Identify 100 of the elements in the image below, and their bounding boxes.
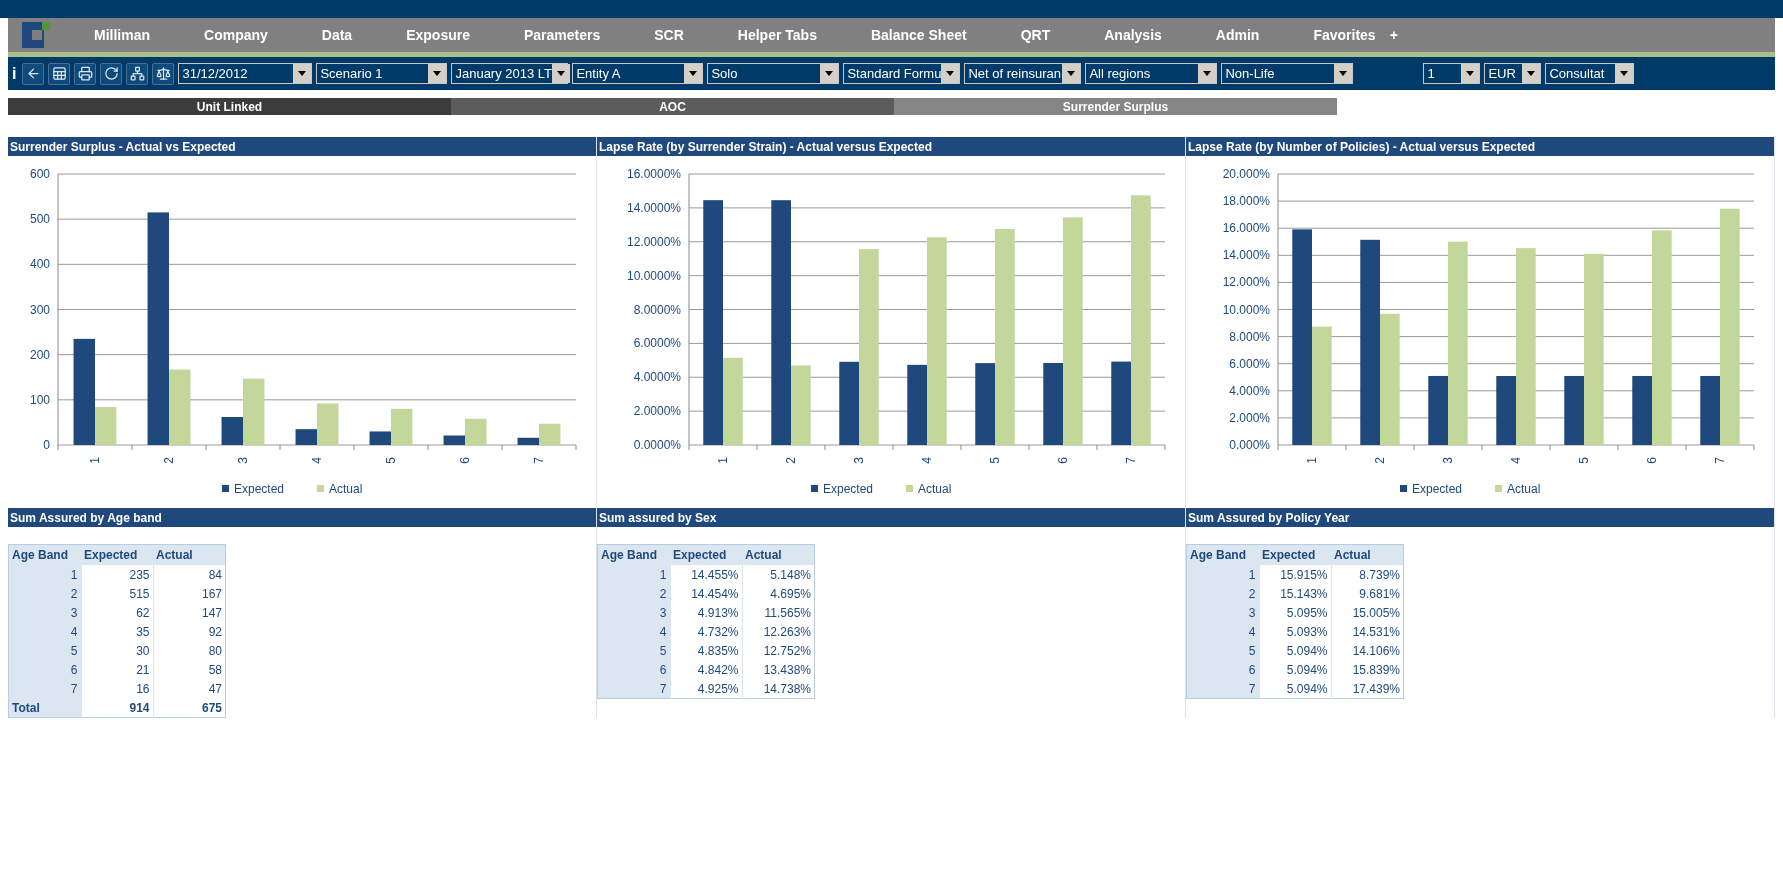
table-cell: 30 [81, 641, 153, 660]
axis-tick-label: 200 [29, 347, 50, 362]
table-cell: 7 [8, 679, 81, 698]
axis-tick-label: 100 [29, 392, 50, 407]
table-cell: 14.531% [1331, 622, 1404, 641]
axis-tick-label: 7 [1713, 457, 1727, 464]
menu-item[interactable]: QRT [1020, 27, 1051, 43]
axis-tick-label: 4 [310, 457, 324, 464]
table-cell: 515 [81, 584, 153, 603]
legend-swatch [222, 485, 229, 492]
table-cell: 13.438% [742, 660, 815, 679]
refresh-icon[interactable] [100, 62, 123, 85]
table-cell: 4 [1186, 622, 1259, 641]
axis-tick-label: 500 [29, 212, 50, 227]
table-cell: 2 [597, 584, 670, 603]
table-cell: 5.095% [1259, 603, 1331, 622]
table-cell: 14.455% [670, 565, 742, 584]
axis-tick-label: 0 [43, 438, 50, 452]
dropdown[interactable]: 31/12/2012 [178, 63, 313, 84]
caret-icon [1062, 64, 1081, 83]
dropdown[interactable]: Entity A [572, 63, 704, 84]
legend-swatch [811, 485, 818, 492]
table-cell: 5 [8, 641, 81, 660]
table-cell: 92 [153, 622, 226, 641]
printer-icon[interactable] [74, 62, 97, 85]
table-cell: 14.106% [1331, 641, 1404, 660]
axis-tick-label: 4 [1509, 457, 1523, 464]
axis-tick-label: 2.0000% [633, 404, 681, 419]
menu-item[interactable]: SCR [654, 27, 684, 43]
table-cell: 235 [81, 565, 153, 584]
spreadsheet-icon[interactable] [48, 62, 71, 85]
caret-icon [1334, 64, 1353, 83]
legend-swatch [1495, 485, 1502, 492]
menu-item[interactable]: Parameters [524, 27, 601, 43]
axis-tick-label: 7 [1124, 457, 1138, 464]
scales-icon[interactable] [152, 62, 175, 85]
table-cell: 4 [8, 622, 81, 641]
table-cell: 12.752% [742, 641, 815, 660]
table-cell: 11.565% [742, 603, 815, 622]
table-cell: 84 [153, 565, 226, 584]
axis-tick-label: 6 [458, 457, 472, 464]
table-cell: 7 [597, 679, 670, 699]
dropdown[interactable]: Consultat [1545, 63, 1635, 84]
menu-item[interactable]: Milliman [94, 27, 150, 43]
dropdown[interactable]: Non-Life [1221, 63, 1354, 84]
add-favorite-button[interactable]: + [1389, 27, 1398, 43]
axis-tick-label: 6.0000% [633, 336, 681, 351]
menu-item[interactable]: Favorites [1313, 27, 1376, 43]
axis-tick-label: 2 [162, 457, 176, 464]
dropdown[interactable]: January 2013 LT [451, 63, 569, 84]
table-cell: 16 [81, 679, 153, 698]
menu-item[interactable]: Exposure [406, 27, 470, 43]
legend-label: Expected [234, 482, 285, 496]
dropdown[interactable]: Scenario 1 [316, 63, 448, 84]
axis-tick-label: 0.000% [1229, 438, 1270, 452]
tab[interactable]: AOC [451, 98, 894, 115]
dropdown[interactable]: Net of reinsuran [964, 63, 1082, 84]
table-cell: 4.913% [670, 603, 742, 622]
legend-label: Actual [1507, 482, 1541, 496]
axis-tick-label: 5 [988, 457, 1002, 464]
legend-label: Expected [823, 482, 874, 496]
axis-tick-label: 16.000% [1222, 221, 1270, 236]
axis-tick-label: 2 [1373, 457, 1387, 464]
axis-tick-label: 4.000% [1229, 383, 1270, 398]
dropdown[interactable]: EUR [1484, 63, 1542, 84]
menu-item[interactable]: Balance Sheet [870, 27, 967, 43]
table-title: Sum assured by Sex [597, 508, 1185, 527]
dropdown[interactable]: Standard Formu [843, 63, 961, 84]
menu-item[interactable]: Company [204, 27, 268, 43]
column-header: Age Band [1186, 544, 1259, 565]
table-cell: 35 [81, 622, 153, 641]
axis-tick-label: 5 [384, 457, 398, 464]
column-header: Expected [1259, 544, 1331, 565]
table-cell: 4 [597, 622, 670, 641]
menu-item[interactable]: Analysis [1104, 27, 1162, 43]
chart-title: Lapse Rate (by Surrender Strain) - Actual versus Expected [597, 137, 1185, 156]
menu-item[interactable]: Admin [1215, 27, 1260, 43]
hierarchy-icon[interactable] [126, 62, 149, 85]
table-cell: 3 [597, 603, 670, 622]
table-cell: 147 [153, 603, 226, 622]
table-cell: 2 [8, 584, 81, 603]
total-cell: Total [8, 698, 81, 718]
caret-icon [1461, 64, 1480, 83]
dropdown[interactable]: All regions [1085, 63, 1218, 84]
column-header: Age Band [8, 544, 81, 565]
table-cell: 21 [81, 660, 153, 679]
dropdown[interactable]: 1 [1423, 63, 1481, 84]
table-title: Sum Assured by Age band [8, 508, 596, 527]
table-cell: 47 [153, 679, 226, 698]
dropdown[interactable]: Solo [707, 63, 840, 84]
legend-label: Actual [918, 482, 952, 496]
axis-tick-label: 8.0000% [633, 302, 681, 317]
table-cell: 5.094% [1259, 679, 1331, 699]
tab[interactable]: Unit Linked [8, 98, 451, 115]
menu-item[interactable]: Helper Tabs [737, 27, 817, 43]
info-button[interactable]: i [12, 64, 17, 83]
axis-tick-label: 8.000% [1229, 329, 1270, 344]
menu-item[interactable]: Data [321, 27, 353, 43]
legend-label: Expected [1412, 482, 1463, 496]
tab[interactable]: Surrender Surplus [894, 98, 1337, 115]
